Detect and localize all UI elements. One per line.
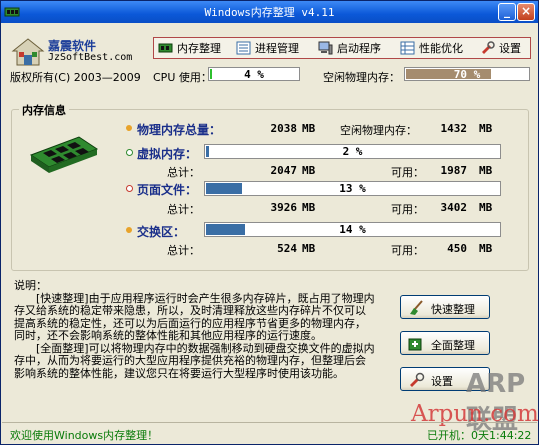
brand-url: JzSoftBest.com xyxy=(48,52,133,63)
cpu-usage-bar: 4 % xyxy=(208,67,300,81)
free-physical-memory-value: 70 % xyxy=(453,68,481,81)
status-uptime: 已开机：0天1:44:22 xyxy=(427,429,532,442)
swap-percent: 14 % xyxy=(339,223,366,236)
swap-total-value: 524 xyxy=(277,242,297,255)
pagefile-percent: 13 % xyxy=(339,182,366,195)
status-bar: 欢迎使用Windows内存整理！ 已开机：0天1:44:22 xyxy=(2,422,537,445)
full-clean-label: 全面整理 xyxy=(431,339,475,352)
virtual-available-value: 1987 xyxy=(440,164,468,177)
clean-all-icon xyxy=(408,338,422,351)
free-physical-memory-bar: 70 % xyxy=(404,67,530,81)
cpu-usage-label: CPU 使用： xyxy=(153,71,212,84)
pagefile-available-value: 3402 xyxy=(440,201,468,214)
pagefile-total-value: 3926 xyxy=(270,201,298,214)
pagefile-total-label: 总计： xyxy=(167,203,200,216)
virtual-available-unit: MB xyxy=(479,164,493,177)
process-list-icon xyxy=(236,41,251,55)
tool-label: 进程管理 xyxy=(255,42,299,55)
swap-bar: 14 % xyxy=(204,222,501,237)
swap-available-unit: MB xyxy=(479,242,493,255)
status-welcome: 欢迎使用Windows内存整理！ xyxy=(10,429,159,442)
pagefile-bullet-icon xyxy=(126,185,133,192)
virtual-memory-percent: 2 % xyxy=(342,145,363,158)
pagefile-label: 页面文件： xyxy=(137,183,198,197)
tool-process-manager[interactable]: 进程管理 xyxy=(236,40,312,57)
tool-memory-clean[interactable]: 内存整理 xyxy=(158,40,230,57)
pagefile-available-label: 可用： xyxy=(391,203,424,216)
main-window: Windows内存整理 v4.11 _ × 嘉震软件 JzSoftBest.co… xyxy=(0,0,539,445)
minimize-button[interactable]: _ xyxy=(498,3,516,21)
main-toolbar: 内存整理 进程管理 启动程序 性能优化 设置 xyxy=(153,37,531,59)
description-title: 说明： xyxy=(14,279,47,292)
swap-total-label: 总计： xyxy=(167,244,200,257)
free-physical-unit: MB xyxy=(479,122,493,135)
virtual-memory-label: 虚拟内存： xyxy=(137,147,198,161)
virtual-total-unit: MB xyxy=(302,164,316,177)
description-full: [全面整理]可以将物理内存中的数据强制移动到硬盘交换文件的虚拟内存中，从而为将要… xyxy=(14,341,375,380)
physical-memory-unit: MB xyxy=(302,122,316,135)
title-bar[interactable]: Windows内存整理 v4.11 _ × xyxy=(1,1,538,23)
virtual-total-label: 总计： xyxy=(167,166,200,179)
settings-wrench-icon xyxy=(482,41,495,54)
tool-label: 启动程序 xyxy=(337,42,381,55)
description-quick: [快速整理]由于应用程序运行时会产生很多内存碎片，既占用了物理内存又给系统的稳定… xyxy=(14,291,375,342)
computer-icon xyxy=(318,41,333,55)
free-physical-label: 空闲物理内存： xyxy=(340,124,417,137)
tool-label: 内存整理 xyxy=(177,42,221,55)
quick-clean-button[interactable]: 快速整理 xyxy=(400,295,490,319)
cpu-usage-value: 4 % xyxy=(244,68,264,81)
settings-label: 设置 xyxy=(431,375,453,388)
virtual-memory-bar: 2 % xyxy=(204,144,501,159)
pagefile-bar: 13 % xyxy=(204,181,501,196)
free-physical-value: 1432 xyxy=(440,122,468,135)
pagefile-total-unit: MB xyxy=(302,201,316,214)
physical-memory-value: 2038 xyxy=(270,122,298,135)
swap-available-value: 450 xyxy=(447,242,467,255)
pagefile-available-unit: MB xyxy=(479,201,493,214)
free-physical-memory-label: 空闲物理内存： xyxy=(323,71,400,84)
swap-label: 交换区： xyxy=(137,225,186,239)
tool-startup-programs[interactable]: 启动程序 xyxy=(318,40,394,57)
full-clean-button[interactable]: 全面整理 xyxy=(400,331,490,355)
memory-info-title: 内存信息 xyxy=(19,102,69,118)
memory-chip-icon xyxy=(158,43,173,53)
tool-settings[interactable]: 设置 xyxy=(480,40,530,57)
physical-bullet-icon xyxy=(126,125,132,131)
swap-available-label: 可用： xyxy=(391,244,424,257)
swap-total-unit: MB xyxy=(302,242,316,255)
virtual-available-label: 可用： xyxy=(391,166,424,179)
swap-bullet-icon xyxy=(126,227,132,233)
physical-memory-label: 物理内存总量： xyxy=(137,123,222,137)
performance-grid-icon xyxy=(400,41,415,55)
ram-module-icon xyxy=(29,136,99,173)
copyright-text: 版权所有(C) 2003—2009 xyxy=(10,71,141,84)
quick-clean-label: 快速整理 xyxy=(431,303,475,316)
tool-performance-optimize[interactable]: 性能优化 xyxy=(400,40,476,57)
tool-label: 性能优化 xyxy=(419,42,463,55)
tool-label: 设置 xyxy=(499,42,521,55)
virtual-total-value: 2047 xyxy=(270,164,298,177)
window-title: Windows内存整理 v4.11 xyxy=(204,6,335,19)
description-panel: 说明： [快速整理]由于应用程序运行时会产生很多内存碎片，既占用了物理内存又给系… xyxy=(14,279,376,380)
logo-house-icon xyxy=(11,38,45,66)
broom-icon xyxy=(410,300,423,315)
virtual-bullet-icon xyxy=(126,149,133,156)
settings-icon xyxy=(410,372,425,387)
close-button[interactable]: × xyxy=(517,3,535,21)
